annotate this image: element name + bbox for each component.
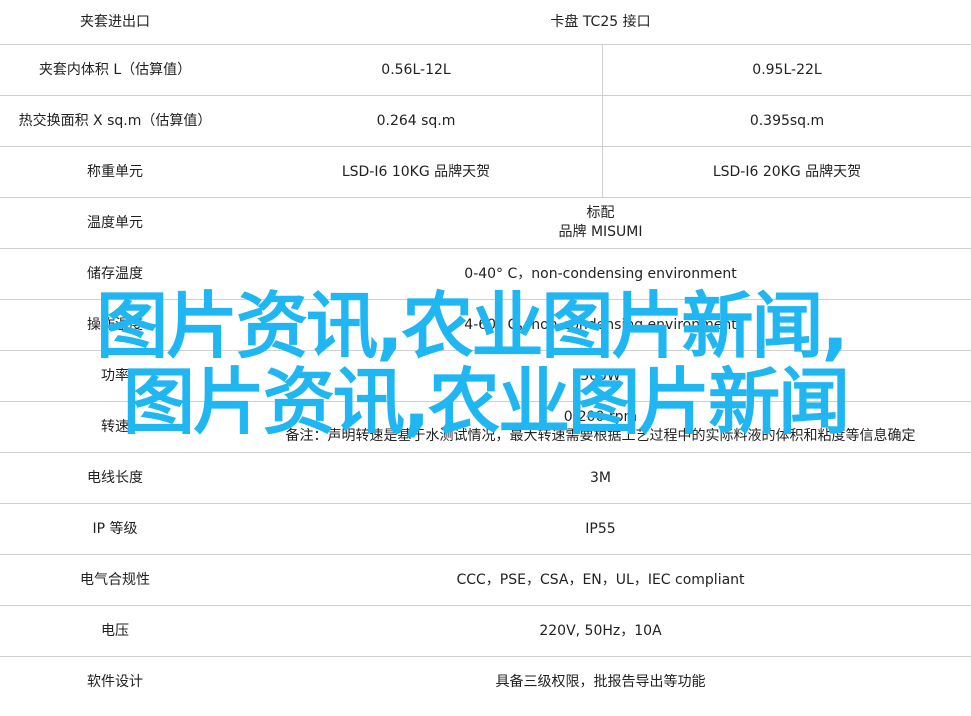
row-value-small: 0.264 sq.m	[376, 112, 456, 129]
row-value-line: 0-200 rpm	[563, 409, 638, 425]
spec-table: 夹套进出口 卡盘 TC25 接口 夹套内体积 L（估算值） 0.56L-12L …	[0, 0, 971, 708]
row-value: IP55	[585, 520, 616, 537]
row-label: 操作温度	[87, 316, 143, 333]
table-row: 转速 0-200 rpm 备注：声明转速是基于水测试情况，最大转速需要根据工艺过…	[0, 402, 971, 453]
table-row: 操作温度 4-60° C，non-condensing environment	[0, 300, 971, 351]
row-value: 4-60° C，non-condensing environment	[464, 316, 737, 333]
row-value-large: 0.395sq.m	[749, 112, 825, 129]
row-label: 夹套进出口	[80, 13, 150, 30]
row-value: 300W	[580, 367, 621, 384]
table-row: 电线长度 3M	[0, 453, 971, 504]
row-label: 电线长度	[87, 469, 143, 486]
row-value-large: LSD-I6 20KG 品牌天贺	[712, 163, 862, 180]
table-row: 温度单元 标配 品牌 MISUMI	[0, 198, 971, 249]
row-label: 温度单元	[87, 214, 143, 231]
table-row: 功率 300W	[0, 351, 971, 402]
row-value-line: 品牌 MISUMI	[558, 224, 643, 240]
table-row: 热交换面积 X sq.m（估算值） 0.264 sq.m 0.395sq.m	[0, 96, 971, 147]
table-row: 软件设计 具备三级权限，批报告导出等功能	[0, 657, 971, 708]
row-label: 功率	[101, 367, 129, 384]
row-label: 称重单元	[87, 163, 143, 180]
row-label: 软件设计	[87, 674, 143, 690]
row-value-large: 0.95L-22L	[752, 61, 822, 78]
row-label: 储存温度	[87, 265, 143, 282]
row-value: 0-200 rpm 备注：声明转速是基于水测试情况，最大转速需要根据工艺过程中的…	[230, 402, 971, 452]
row-value: 0-40° C，non-condensing environment	[464, 265, 737, 282]
row-label: 电压	[101, 622, 129, 639]
row-note: 备注：声明转速是基于水测试情况，最大转速需要根据工艺过程中的实际料液的体积和粘度…	[285, 428, 916, 444]
row-value: 220V, 50Hz，10A	[539, 622, 662, 639]
table-row: 夹套内体积 L（估算值） 0.56L-12L 0.95L-22L	[0, 45, 971, 96]
row-value: CCC，PSE，CSA，EN，UL，IEC compliant	[456, 571, 745, 588]
row-value-line: 标配	[586, 205, 615, 221]
row-label: 热交换面积 X sq.m（估算值）	[18, 112, 212, 129]
row-value: 具备三级权限，批报告导出等功能	[495, 674, 706, 690]
table-row: IP 等级 IP55	[0, 504, 971, 555]
table-row: 夹套进出口 卡盘 TC25 接口	[0, 0, 971, 45]
table-row: 储存温度 0-40° C，non-condensing environment	[0, 249, 971, 300]
table-row: 电气合规性 CCC，PSE，CSA，EN，UL，IEC compliant	[0, 555, 971, 606]
row-value: 3M	[590, 469, 611, 486]
row-label: IP 等级	[92, 520, 138, 537]
row-value: 标配 品牌 MISUMI	[230, 198, 971, 248]
table-row: 电压 220V, 50Hz，10A	[0, 606, 971, 657]
row-value-small: LSD-I6 10KG 品牌天贺	[341, 163, 491, 180]
row-label: 电气合规性	[80, 571, 150, 588]
row-value-small: 0.56L-12L	[381, 61, 451, 78]
row-label: 夹套内体积 L（估算值）	[38, 61, 192, 78]
row-label: 转速	[101, 418, 129, 435]
table-row: 称重单元 LSD-I6 10KG 品牌天贺 LSD-I6 20KG 品牌天贺	[0, 147, 971, 198]
row-value: 卡盘 TC25 接口	[550, 13, 651, 30]
